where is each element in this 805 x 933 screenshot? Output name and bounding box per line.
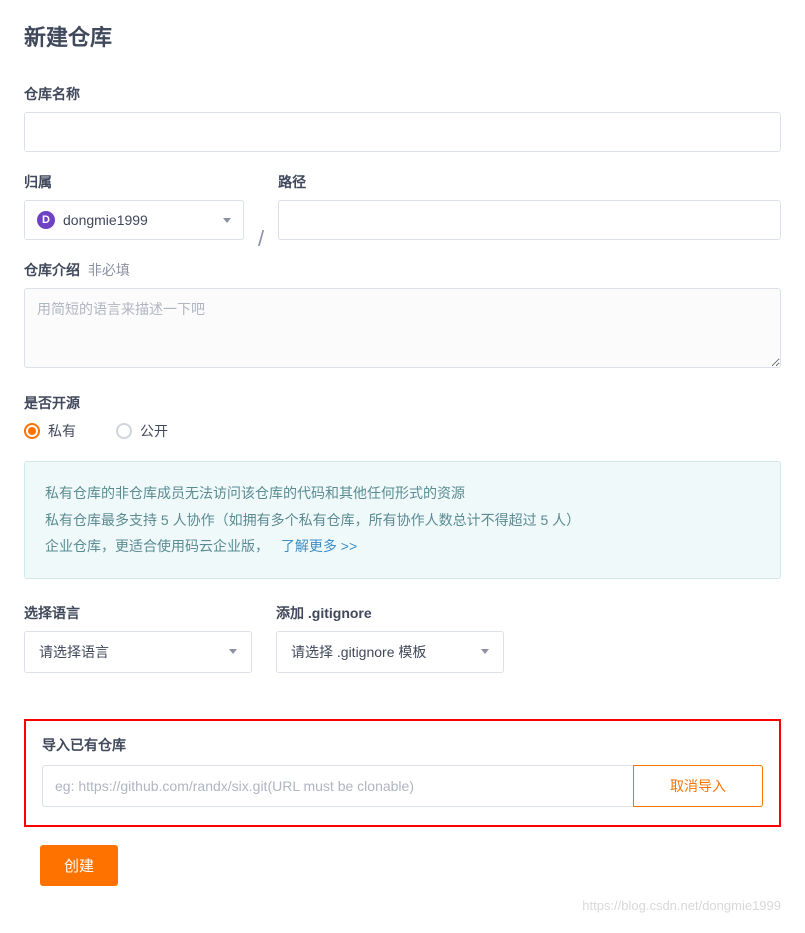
radio-public-circle xyxy=(116,423,132,439)
radio-private-label: 私有 xyxy=(48,421,76,441)
radio-public[interactable]: 公开 xyxy=(116,421,168,441)
visibility-group: 是否开源 私有 公开 xyxy=(24,393,781,441)
gitignore-group: 添加 .gitignore 请选择 .gitignore 模板 xyxy=(276,603,504,673)
owner-avatar: D xyxy=(37,211,55,229)
language-select[interactable]: 请选择语言 xyxy=(24,631,252,673)
import-title: 导入已有仓库 xyxy=(42,735,763,755)
gitignore-select[interactable]: 请选择 .gitignore 模板 xyxy=(276,631,504,673)
info-line-3: 企业仓库，更适合使用码云企业版， 了解更多 >> xyxy=(45,533,760,560)
repo-name-label: 仓库名称 xyxy=(24,84,781,104)
info-box: 私有仓库的非仓库成员无法访问该仓库的代码和其他任何形式的资源 私有仓库最多支持 … xyxy=(24,461,781,579)
radio-private[interactable]: 私有 xyxy=(24,421,76,441)
description-group: 仓库介绍 非必填 xyxy=(24,260,781,373)
description-label-text: 仓库介绍 xyxy=(24,262,80,278)
language-label: 选择语言 xyxy=(24,603,252,623)
radio-dot-icon xyxy=(28,427,36,435)
language-placeholder: 请选择语言 xyxy=(39,642,109,662)
owner-path-row: 归属 D dongmie1999 / 路径 xyxy=(24,172,781,260)
info-line-2: 私有仓库最多支持 5 人协作（如拥有多个私有仓库，所有协作人数总计不得超过 5 … xyxy=(45,507,760,534)
gitignore-placeholder: 请选择 .gitignore 模板 xyxy=(291,642,426,662)
page-title: 新建仓库 xyxy=(24,20,781,52)
path-group: 路径 xyxy=(278,172,781,240)
create-button[interactable]: 创建 xyxy=(40,845,118,886)
path-slash: / xyxy=(244,226,278,260)
path-label: 路径 xyxy=(278,172,781,192)
watermark: https://blog.csdn.net/dongmie1999 xyxy=(24,898,781,913)
description-optional: 非必填 xyxy=(88,262,130,278)
description-textarea[interactable] xyxy=(24,288,781,368)
owner-name: dongmie1999 xyxy=(63,212,148,228)
radio-public-label: 公开 xyxy=(140,421,168,441)
radio-private-circle xyxy=(24,423,40,439)
language-group: 选择语言 请选择语言 xyxy=(24,603,252,673)
import-box: 导入已有仓库 取消导入 xyxy=(24,719,781,827)
repo-name-group: 仓库名称 xyxy=(24,84,781,152)
gitignore-label: 添加 .gitignore xyxy=(276,603,504,623)
path-input[interactable] xyxy=(278,200,781,240)
owner-group: 归属 D dongmie1999 xyxy=(24,172,244,240)
import-url-input[interactable] xyxy=(42,765,633,807)
caret-down-icon xyxy=(223,218,231,223)
info-learn-more-link[interactable]: 了解更多 >> xyxy=(281,538,357,554)
caret-down-icon xyxy=(229,649,237,654)
repo-name-input[interactable] xyxy=(24,112,781,152)
visibility-label: 是否开源 xyxy=(24,393,781,413)
info-line-1: 私有仓库的非仓库成员无法访问该仓库的代码和其他任何形式的资源 xyxy=(45,480,760,507)
owner-select[interactable]: D dongmie1999 xyxy=(24,200,244,240)
caret-down-icon xyxy=(481,649,489,654)
language-gitignore-row: 选择语言 请选择语言 添加 .gitignore 请选择 .gitignore … xyxy=(24,603,781,693)
description-label: 仓库介绍 非必填 xyxy=(24,260,781,280)
owner-label: 归属 xyxy=(24,172,244,192)
cancel-import-button[interactable]: 取消导入 xyxy=(633,765,763,807)
